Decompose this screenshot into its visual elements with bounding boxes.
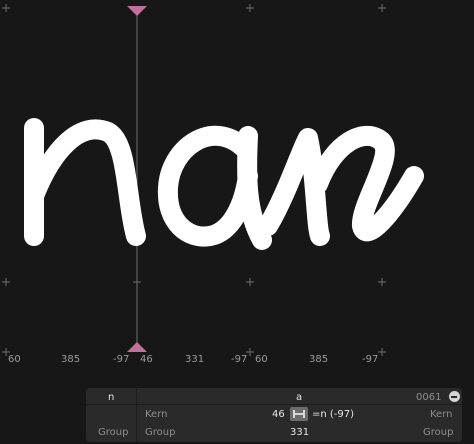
metric-right-c: -97 [362, 354, 379, 365]
metric-width-c: 385 [309, 354, 329, 365]
group-left-b[interactable]: Group [145, 427, 175, 438]
cursor-bottom-triangle-icon[interactable] [127, 342, 147, 352]
width-value[interactable]: 331 [290, 427, 309, 438]
metric-right-b: -97 [231, 354, 248, 365]
cursor-top-triangle-icon[interactable] [127, 6, 147, 16]
panel-divider [86, 404, 462, 405]
group-right[interactable]: Group [423, 427, 453, 438]
kern-label-left: Kern [145, 409, 168, 420]
metric-left-b: 46 [140, 354, 153, 365]
kern-lock-icon[interactable] [290, 407, 308, 421]
panel-divider [136, 388, 137, 442]
kern-label-right: Kern [430, 409, 453, 420]
kerning-panel: n a 0061 Kern 46 =n (-97) Kern Group Gro… [86, 388, 462, 442]
metric-width-a: 385 [61, 354, 81, 365]
kern-value[interactable]: 46 [272, 409, 285, 420]
metric-width-b: 331 [185, 354, 205, 365]
glyph-canvas[interactable] [0, 0, 474, 444]
kern-expression[interactable]: =n (-97) [312, 409, 354, 420]
metric-left-c: 60 [255, 354, 268, 365]
group-left-a[interactable]: Group [98, 427, 128, 438]
glyph-outline [24, 118, 424, 250]
glyph-right-name[interactable]: a [296, 392, 302, 403]
metric-left-a: 60 [8, 354, 21, 365]
code-arrow-icon[interactable] [449, 391, 460, 402]
glyph-left-name[interactable]: n [108, 392, 114, 403]
unicode-code: 0061 [416, 392, 442, 403]
metric-right-a: -97 [113, 354, 130, 365]
